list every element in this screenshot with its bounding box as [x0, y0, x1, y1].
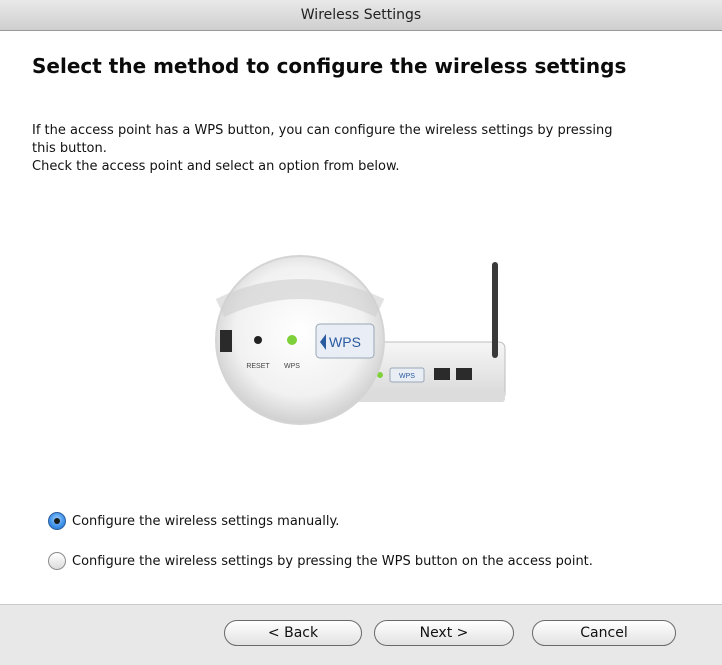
radio-unchecked-icon[interactable]: [48, 552, 66, 570]
page-title: Select the method to configure the wirel…: [32, 54, 627, 78]
option-wps[interactable]: Configure the wireless settings by press…: [48, 552, 593, 570]
radio-checked-icon[interactable]: [48, 512, 66, 530]
back-button[interactable]: < Back: [224, 620, 362, 646]
wps-led-label: WPS: [284, 363, 300, 370]
description-line-1: If the access point has a WPS button, yo…: [32, 123, 613, 138]
option-manual-label: Configure the wireless settings manually…: [72, 513, 340, 529]
description-line-2: this button.: [32, 141, 107, 156]
magnifier: RESET WPS WPS: [215, 255, 385, 425]
wps-button-label: WPS: [329, 334, 361, 350]
reset-label: RESET: [246, 363, 270, 370]
cancel-button[interactable]: Cancel: [532, 620, 676, 646]
small-wps-label: WPS: [399, 373, 415, 380]
option-wps-label: Configure the wireless settings by press…: [72, 553, 593, 569]
description-line-3: Check the access point and select an opt…: [32, 159, 400, 174]
next-button[interactable]: Next >: [374, 620, 514, 646]
option-manual[interactable]: Configure the wireless settings manually…: [48, 512, 339, 530]
description: If the access point has a WPS button, yo…: [32, 122, 692, 176]
router-illustration: WPS RESET WPS WPS: [210, 250, 530, 460]
window-title: Wireless Settings: [0, 0, 722, 31]
